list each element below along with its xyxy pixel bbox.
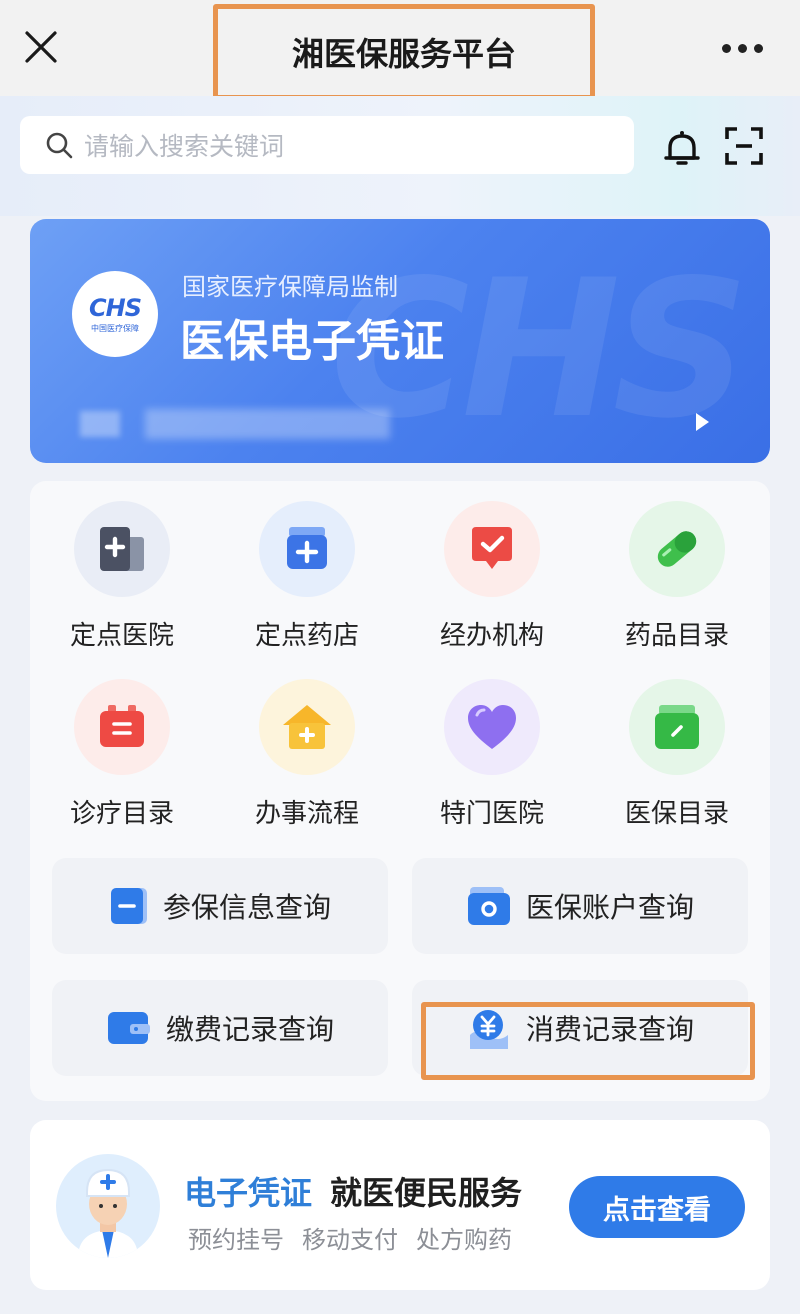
doctor-avatar	[56, 1154, 160, 1258]
query-label: 消费记录查询	[525, 1013, 694, 1046]
query-insurance-info[interactable]: 参保信息查询	[52, 858, 388, 954]
promo-title: 就医便民服务	[330, 1174, 523, 1212]
query-account[interactable]: 医保账户查询	[412, 858, 748, 954]
bell-icon[interactable]	[660, 126, 704, 170]
service-treatment[interactable]: 诊疗目录	[37, 679, 207, 839]
hospital-icon	[74, 501, 170, 597]
logo-subtext: 中国医疗保障	[91, 324, 139, 333]
process-icon	[259, 679, 355, 775]
promo-tags: 预约挂号 移动支付 处方购药	[188, 1220, 512, 1255]
search-input[interactable]: 请输入搜索关键词	[20, 116, 634, 174]
service-process[interactable]: 办事流程	[222, 679, 392, 839]
search-placeholder: 请输入搜索关键词	[84, 132, 285, 161]
search-area: 请输入搜索关键词	[0, 96, 800, 216]
play-arrow-icon	[696, 413, 709, 431]
logo-mark: CHS	[89, 294, 142, 322]
heart-icon	[444, 679, 540, 775]
query-consumption-record[interactable]: 消费记录查询	[412, 980, 748, 1076]
view-button[interactable]: 点击查看	[569, 1176, 745, 1238]
service-card: 定点医院 定点药店 经办机构 药品目录 诊疗目录 办事流程 特门医院 医保目录 …	[30, 481, 770, 1101]
promo-tag: 处方购药	[416, 1226, 512, 1254]
insurance-catalog-icon	[629, 679, 725, 775]
scan-icon[interactable]	[724, 126, 764, 166]
promo-tag: 移动支付	[302, 1226, 398, 1254]
service-label: 医保目录	[624, 799, 729, 829]
ehealth-card-banner[interactable]: CHS CHS 中国医疗保障 国家医疗保障局监制 医保电子凭证	[30, 219, 770, 463]
promo-tag: 预约挂号	[188, 1226, 284, 1254]
service-medicine[interactable]: 药品目录	[592, 501, 762, 661]
blurred-info	[80, 411, 120, 437]
service-agency[interactable]: 经办机构	[407, 501, 577, 661]
payment-icon	[107, 1012, 150, 1044]
query-label: 缴费记录查询	[165, 1013, 334, 1046]
medicine-icon	[629, 501, 725, 597]
banner-title: 医保电子凭证	[180, 316, 444, 367]
promo-title-highlight: 电子凭证	[184, 1174, 313, 1212]
promo-card: 电子凭证 就医便民服务 预约挂号 移动支付 处方购药 点击查看	[30, 1120, 770, 1290]
service-label: 定点医院	[69, 621, 174, 651]
service-label: 药品目录	[624, 621, 729, 651]
service-pharmacy[interactable]: 定点药店	[222, 501, 392, 661]
agency-icon	[444, 501, 540, 597]
service-label: 特门医院	[439, 799, 544, 829]
blurred-info	[145, 409, 390, 439]
pharmacy-icon	[259, 501, 355, 597]
wallet-icon	[467, 887, 510, 925]
query-payment-record[interactable]: 缴费记录查询	[52, 980, 388, 1076]
page-title: 湘医保服务平台	[291, 35, 516, 73]
service-label: 定点药店	[254, 621, 359, 651]
more-icon[interactable]	[722, 40, 766, 56]
banner-subtitle: 国家医疗保障局监制	[182, 273, 398, 301]
chs-logo: CHS 中国医疗保障	[72, 271, 158, 357]
yuan-icon	[469, 1010, 508, 1049]
service-label: 经办机构	[439, 621, 544, 651]
treatment-icon	[74, 679, 170, 775]
card-icon	[110, 888, 147, 924]
service-special-hospital[interactable]: 特门医院	[407, 679, 577, 839]
query-label: 医保账户查询	[525, 891, 694, 924]
page-title-highlight: 湘医保服务平台	[213, 4, 595, 100]
service-hospital[interactable]: 定点医院	[37, 501, 207, 661]
close-icon[interactable]	[22, 28, 60, 66]
search-icon	[46, 132, 73, 159]
service-label: 办事流程	[254, 799, 359, 829]
service-insurance-catalog[interactable]: 医保目录	[592, 679, 762, 839]
query-label: 参保信息查询	[162, 891, 331, 924]
service-label: 诊疗目录	[69, 799, 174, 829]
